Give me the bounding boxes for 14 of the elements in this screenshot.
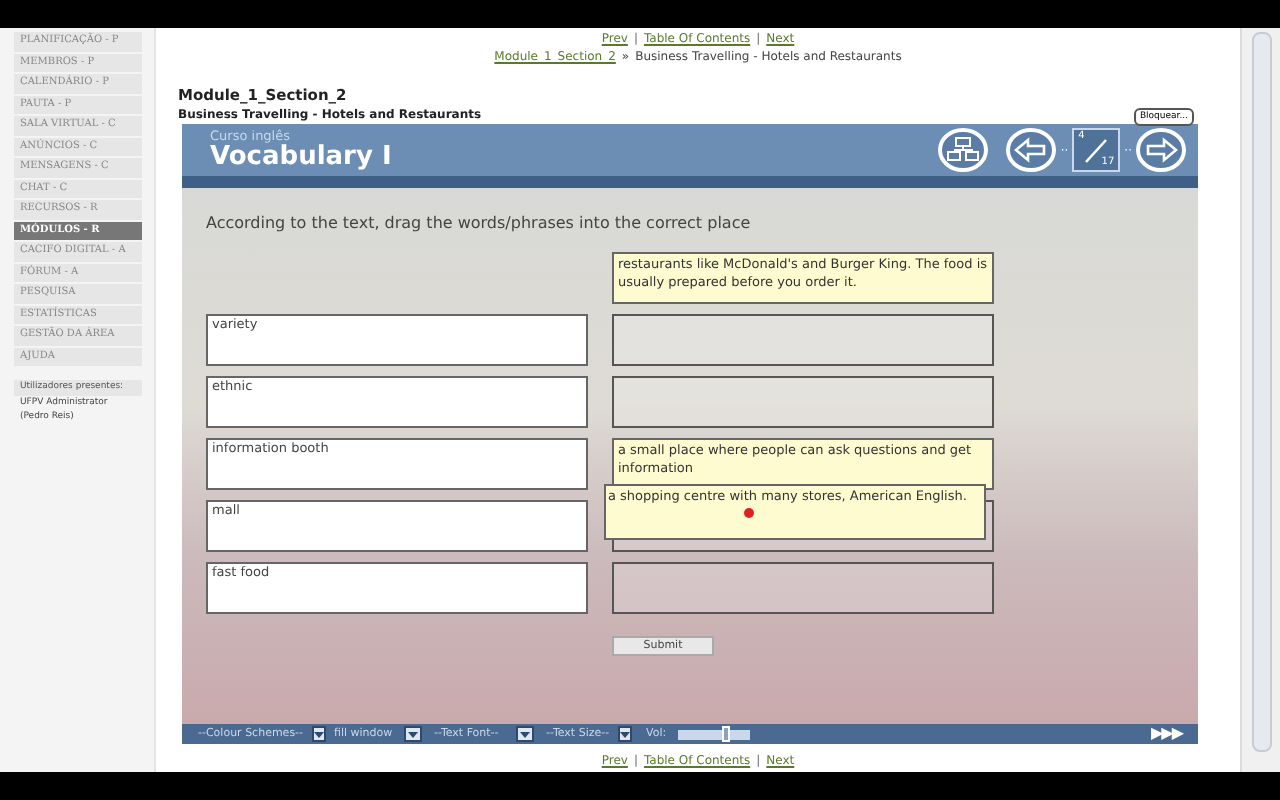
answer-slot[interactable] — [612, 562, 994, 614]
dropdown-caret-icon[interactable] — [311, 726, 326, 742]
dropdown-caret-icon[interactable] — [404, 726, 422, 742]
instruction-text: According to the text, drag the words/phrases into the correct place — [206, 212, 753, 236]
course-title: Vocabulary I — [210, 143, 392, 170]
dropdown-caret-icon[interactable] — [617, 726, 632, 742]
answer-slot[interactable] — [612, 376, 994, 428]
dropdown-caret-icon[interactable] — [516, 726, 534, 742]
scrollbar[interactable] — [1251, 32, 1271, 752]
answer-slot[interactable] — [612, 314, 994, 366]
play-button[interactable]: ▶▶▶ — [1151, 722, 1182, 746]
sitemap-icon[interactable] — [938, 128, 989, 172]
volume-slider[interactable] — [678, 729, 751, 739]
volume-thumb[interactable] — [721, 726, 730, 742]
